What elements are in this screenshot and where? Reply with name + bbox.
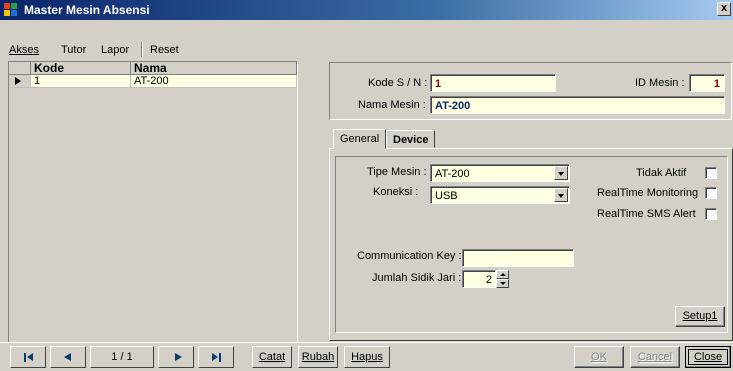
kode-sn-label: Kode S / N : <box>368 77 428 89</box>
ok-button[interactable]: OK <box>574 346 624 368</box>
rubah-label: Rubah <box>301 351 335 363</box>
tidak-aktif-label: Tidak Aktif <box>636 167 687 179</box>
hapus-button[interactable]: Hapus <box>344 346 390 368</box>
kode-sn-field[interactable]: 1 <box>430 74 556 92</box>
catat-button[interactable]: Catat <box>252 346 292 368</box>
tipe-mesin-value: AT-200 <box>435 168 470 180</box>
id-mesin-label: ID Mesin : <box>635 77 685 89</box>
realtime-sms-checkbox[interactable] <box>705 208 717 220</box>
nama-mesin-label: Nama Mesin : <box>358 99 426 111</box>
jumlah-sidik-value[interactable]: 2 <box>462 270 496 288</box>
ok-label: OK <box>591 351 607 363</box>
close-button[interactable]: Close <box>685 346 731 368</box>
app-icon <box>4 3 18 17</box>
communication-key-label: Communication Key : <box>357 250 462 262</box>
spin-up-icon[interactable] <box>496 270 509 279</box>
cancel-button[interactable]: Cancel <box>630 346 680 368</box>
close-window-button[interactable]: x <box>717 2 731 16</box>
next-record-icon[interactable] <box>158 346 194 368</box>
hapus-label: Hapus <box>351 351 383 363</box>
realtime-monitoring-label: RealTime Monitoring <box>597 187 699 199</box>
menu-separator <box>141 42 143 57</box>
koneksi-value: USB <box>435 190 458 202</box>
column-header-kode[interactable]: Kode <box>31 62 131 75</box>
setup1-button[interactable]: Setup1 <box>675 306 725 327</box>
koneksi-select[interactable]: USB <box>430 186 570 204</box>
menu-akses[interactable]: Akses <box>9 44 39 56</box>
cancel-label: Cancel <box>637 351 673 363</box>
current-row-indicator-icon <box>9 75 31 88</box>
realtime-monitoring-checkbox[interactable] <box>705 187 717 199</box>
bottom-toolbar: 1 / 1 Catat Rubah Hapus OK Cancel Close <box>0 342 733 371</box>
realtime-sms-label: RealTime SMS Alert <box>597 208 696 220</box>
close-label: Close <box>693 351 723 363</box>
jumlah-sidik-stepper[interactable]: 2 <box>462 270 510 288</box>
record-position: 1 / 1 <box>90 346 154 368</box>
machine-grid[interactable]: Kode Nama 1 AT-200 <box>8 61 298 343</box>
communication-key-field[interactable] <box>462 249 574 267</box>
rubah-button[interactable]: Rubah <box>298 346 338 368</box>
general-panel <box>335 156 728 333</box>
cell-kode[interactable]: 1 <box>31 75 131 88</box>
tidak-aktif-checkbox[interactable] <box>705 167 717 179</box>
jumlah-sidik-label: Jumlah Sidik Jari : <box>372 272 462 284</box>
first-record-icon[interactable] <box>10 346 46 368</box>
grid-header-indicator <box>9 62 31 75</box>
tab-general[interactable]: General <box>333 129 387 149</box>
menu-tutor[interactable]: Tutor <box>61 44 86 56</box>
previous-record-icon[interactable] <box>50 346 86 368</box>
nama-mesin-field[interactable]: AT-200 <box>430 96 725 114</box>
menu-bar: Akses Tutor Lapor Reset <box>0 40 733 58</box>
tipe-mesin-select[interactable]: AT-200 <box>430 164 570 182</box>
last-record-icon[interactable] <box>198 346 234 368</box>
table-row[interactable]: 1 AT-200 <box>9 75 297 88</box>
window-title: Master Mesin Absensi <box>24 3 150 17</box>
cell-nama[interactable]: AT-200 <box>131 75 297 88</box>
id-mesin-field[interactable]: 1 <box>689 74 725 92</box>
catat-label: Catat <box>258 351 286 363</box>
menu-reset[interactable]: Reset <box>150 44 179 56</box>
chevron-down-icon[interactable] <box>554 166 568 180</box>
column-header-nama[interactable]: Nama <box>131 62 297 75</box>
title-bar: Master Mesin Absensi x <box>0 0 733 20</box>
tab-device[interactable]: Device <box>386 130 436 148</box>
spin-down-icon[interactable] <box>496 279 509 288</box>
grid-header: Kode Nama <box>9 62 297 75</box>
chevron-down-icon[interactable] <box>554 188 568 202</box>
setup1-button-label: Setup1 <box>682 310 718 322</box>
koneksi-label: Koneksi : <box>373 186 419 198</box>
tipe-mesin-label: Tipe Mesin : <box>367 166 427 178</box>
menu-lapor[interactable]: Lapor <box>101 44 129 56</box>
